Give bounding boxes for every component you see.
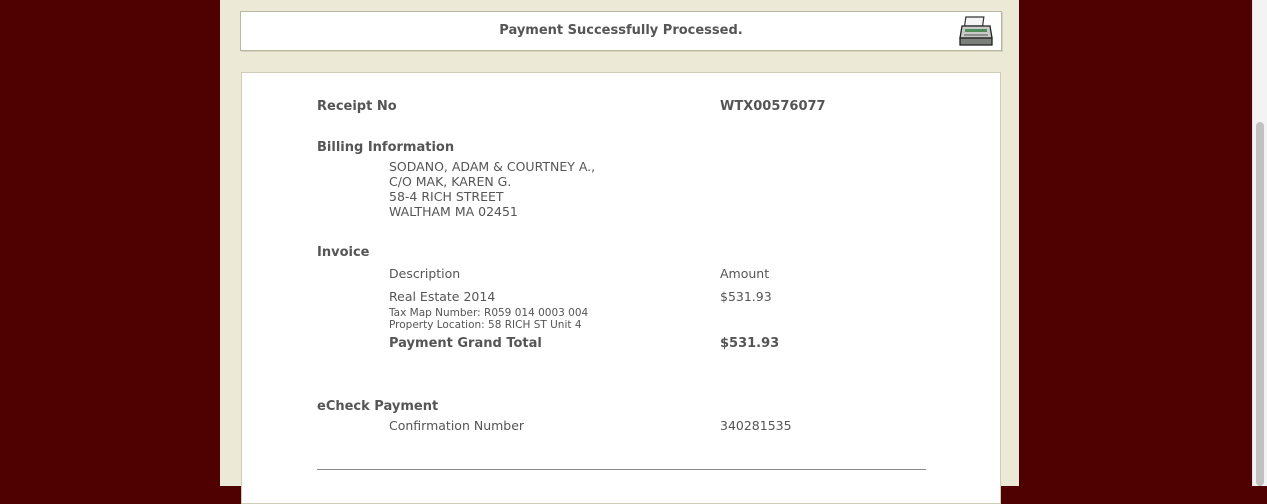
confirmation-number-value: 340281535 xyxy=(720,418,792,433)
scrollbar-thumb[interactable] xyxy=(1256,122,1264,486)
billing-line: SODANO, ADAM & COURTNEY A., xyxy=(389,159,596,174)
billing-line: 58-4 RICH STREET xyxy=(389,189,504,204)
status-banner: Payment Successfully Processed. xyxy=(240,11,1002,51)
invoice-item-amount: $531.93 xyxy=(720,289,772,304)
divider xyxy=(317,469,926,470)
printer-icon[interactable] xyxy=(959,16,993,46)
invoice-description-header: Description xyxy=(389,266,461,281)
receipt-number-label: Receipt No xyxy=(317,99,397,114)
payment-heading: eCheck Payment xyxy=(317,399,439,414)
billing-line: C/O MAK, KAREN G. xyxy=(389,174,512,189)
grand-total-amount: $531.93 xyxy=(720,336,780,351)
property-location: Property Location: 58 RICH ST Unit 4 xyxy=(389,319,582,331)
invoice-item-description: Real Estate 2014 xyxy=(389,289,496,304)
vertical-scrollbar[interactable] xyxy=(1252,0,1267,486)
invoice-heading: Invoice xyxy=(317,245,370,260)
receipt-panel: Receipt No WTX00576077 Billing Informati… xyxy=(241,72,1001,504)
invoice-amount-header: Amount xyxy=(720,266,770,281)
billing-heading: Billing Information xyxy=(317,140,455,155)
grand-total-label: Payment Grand Total xyxy=(389,336,542,351)
receipt-number-value: WTX00576077 xyxy=(720,99,826,114)
content-area: Payment Successfully Processed. Receipt … xyxy=(220,0,1019,504)
status-message: Payment Successfully Processed. xyxy=(499,23,743,38)
billing-line: WALTHAM MA 02451 xyxy=(389,204,518,219)
tax-map-number: Tax Map Number: R059 014 0003 004 xyxy=(389,307,589,319)
confirmation-number-label: Confirmation Number xyxy=(389,418,525,433)
